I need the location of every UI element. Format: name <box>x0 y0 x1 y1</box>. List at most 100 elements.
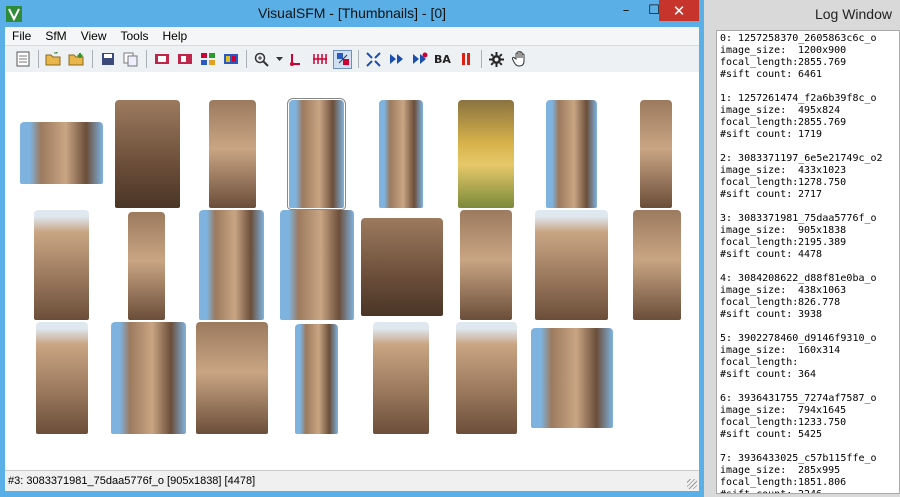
expand-icon[interactable] <box>364 50 383 69</box>
log-field-focal-length: focal_length: 2855.769 <box>720 117 896 129</box>
compute-matches-icon[interactable] <box>310 50 329 69</box>
thumbnail-image[interactable] <box>280 210 354 320</box>
copy-icon[interactable] <box>121 50 140 69</box>
zoom-icon[interactable] <box>252 50 271 69</box>
add-folder-icon[interactable] <box>67 50 86 69</box>
thumbnail-image[interactable] <box>373 322 429 434</box>
thumbnail-image[interactable] <box>458 100 514 208</box>
log-field-label: image_size: <box>720 405 787 416</box>
log-entry: 7: 3936433025_c57b115ffe_o image_size: 285… <box>720 453 896 493</box>
thumbnail-image[interactable] <box>295 324 338 434</box>
thumbnail-image[interactable] <box>128 212 165 320</box>
log-field-value: 6461 <box>798 69 823 80</box>
log-entry: 5: 3902278460_d9146f9310_o image_size: 160… <box>720 333 896 381</box>
toolbar: BA <box>5 45 699 73</box>
match-view-icon[interactable] <box>221 50 240 69</box>
minimize-button[interactable]: – <box>612 0 640 21</box>
log-entry: 1: 1257261474_f2a6b39f8c_o image_size: 495… <box>720 93 896 141</box>
thumbnail-image[interactable] <box>456 322 517 434</box>
log-entry-header: 4: 3084208622_d88f81e0ba_o <box>720 273 877 284</box>
save-icon[interactable] <box>98 50 117 69</box>
menu-tools[interactable]: Tools <box>113 29 155 43</box>
status-bar: #3: 3083371981_75daa5776f_o [905x1838] [… <box>5 470 699 491</box>
thumbnail-image[interactable] <box>531 328 613 428</box>
log-field-label: focal_length: <box>720 297 799 308</box>
log-entry: 4: 3084208622_d88f81e0ba_o image_size: 438… <box>720 273 896 321</box>
thumbnail-image[interactable] <box>199 210 264 320</box>
log-field-label: #sift count: <box>720 489 798 493</box>
log-field-value: 2717 <box>798 189 823 200</box>
log-field-label: #sift count: <box>720 189 793 200</box>
compute-sparse-icon[interactable] <box>387 50 406 69</box>
log-field-label: focal_length: <box>720 177 799 188</box>
thumbnail-image[interactable] <box>379 100 423 208</box>
thumbnail-image[interactable] <box>111 322 186 434</box>
log-field-sift-count: #sift count: 6461 <box>720 69 896 81</box>
log-field-focal-length: focal_length: 1278.750 <box>720 177 896 189</box>
menu-file[interactable]: File <box>5 29 38 43</box>
gear-icon[interactable] <box>487 50 506 69</box>
menu-help[interactable]: Help <box>156 29 195 43</box>
log-field-value: 2855.769 <box>798 57 847 68</box>
thumbnail-image[interactable] <box>633 210 681 320</box>
thumbnail-image[interactable] <box>535 210 608 320</box>
window-title: VisualSFM - [Thumbnails] - [0] <box>257 5 447 21</box>
next-view-icon[interactable] <box>175 50 194 69</box>
thumbnail-canvas[interactable] <box>5 72 699 470</box>
thumbnail-image[interactable] <box>20 122 103 184</box>
menu-bar: File SfM View Tools Help <box>5 27 699 45</box>
log-entry: 2: 3083371197_6e5e21749c_o2 image_size: 43… <box>720 153 896 201</box>
log-field-value: 794x1645 <box>798 405 847 416</box>
thumbnail-image[interactable] <box>115 100 180 208</box>
thumbnail-image[interactable] <box>361 218 443 316</box>
resize-grip-icon[interactable] <box>687 479 697 489</box>
log-text-area[interactable]: 0: 1257258370_2605863c6c_o image_size: 120… <box>716 30 900 494</box>
match-pairs-icon[interactable] <box>287 50 306 69</box>
prev-view-icon[interactable] <box>152 50 171 69</box>
toolbar-separator <box>146 50 147 68</box>
thumbnail-image[interactable] <box>209 100 256 208</box>
log-entry-header: 1: 1257261474_f2a6b39f8c_o <box>720 93 877 104</box>
log-field-focal-length: focal_length: 826.778 <box>720 297 896 309</box>
log-field-value: 2246 <box>798 489 822 493</box>
thumbnail-image[interactable] <box>36 322 88 434</box>
menu-view[interactable]: View <box>74 29 114 43</box>
log-field-sift-count: #sift count: 1719 <box>720 129 896 141</box>
log-field-value: 4478 <box>798 249 823 260</box>
thumbnail-image[interactable] <box>460 210 512 320</box>
log-icon[interactable] <box>13 50 32 69</box>
status-text: #3: 3083371981_75daa5776f_o [905x1838] [… <box>8 475 256 487</box>
log-field-focal-length: focal_length: <box>720 357 896 369</box>
log-entry: 3: 3083371981_75daa5776f_o image_size: 905… <box>720 213 896 261</box>
log-field-focal-length: focal_length: 2855.769 <box>720 57 896 69</box>
log-field-sift-count: #sift count: 5425 <box>720 429 896 441</box>
log-field-focal-length: focal_length: 1233.750 <box>720 417 896 429</box>
log-field-label: image_size: <box>720 165 787 176</box>
log-field-value: 433x1023 <box>798 165 847 176</box>
thumbnail-image[interactable] <box>640 100 672 208</box>
bundle-adjust-button[interactable]: BA <box>433 50 452 69</box>
toolbar-separator <box>358 50 359 68</box>
open-folder-icon[interactable] <box>44 50 63 69</box>
thumbnail-image-selected[interactable] <box>287 98 346 210</box>
log-field-value: 364 <box>798 369 817 380</box>
resume-sparse-icon[interactable] <box>410 50 429 69</box>
log-field-image-size: image_size: 495x824 <box>720 105 896 117</box>
pause-icon[interactable] <box>456 50 475 69</box>
log-field-sift-count: #sift count:2246 <box>720 489 896 493</box>
close-button[interactable]: ✕ <box>659 0 699 21</box>
thumbnail-image[interactable] <box>196 322 268 434</box>
reconstruction-view-icon[interactable] <box>333 49 352 69</box>
thumbnail-image[interactable] <box>34 210 89 320</box>
thumbnail-grid-icon[interactable] <box>198 50 217 69</box>
title-bar[interactable]: VisualSFM - [Thumbnails] - [0] – ☐ ✕ <box>0 0 704 27</box>
thumbnail-image[interactable] <box>546 100 597 208</box>
log-entry: 0: 1257258370_2605863c6c_o image_size: 120… <box>720 33 896 81</box>
log-field-value: 1851.806 <box>798 477 847 488</box>
log-entry-header: 5: 3902278460_d9146f9310_o <box>720 333 877 344</box>
log-field-value: 826.778 <box>798 297 841 308</box>
menu-sfm[interactable]: SfM <box>38 29 73 43</box>
log-entry-header: 3: 3083371981_75daa5776f_o <box>720 213 877 224</box>
dropdown-arrow-icon[interactable] <box>275 50 283 69</box>
hand-pan-icon[interactable] <box>510 50 529 69</box>
